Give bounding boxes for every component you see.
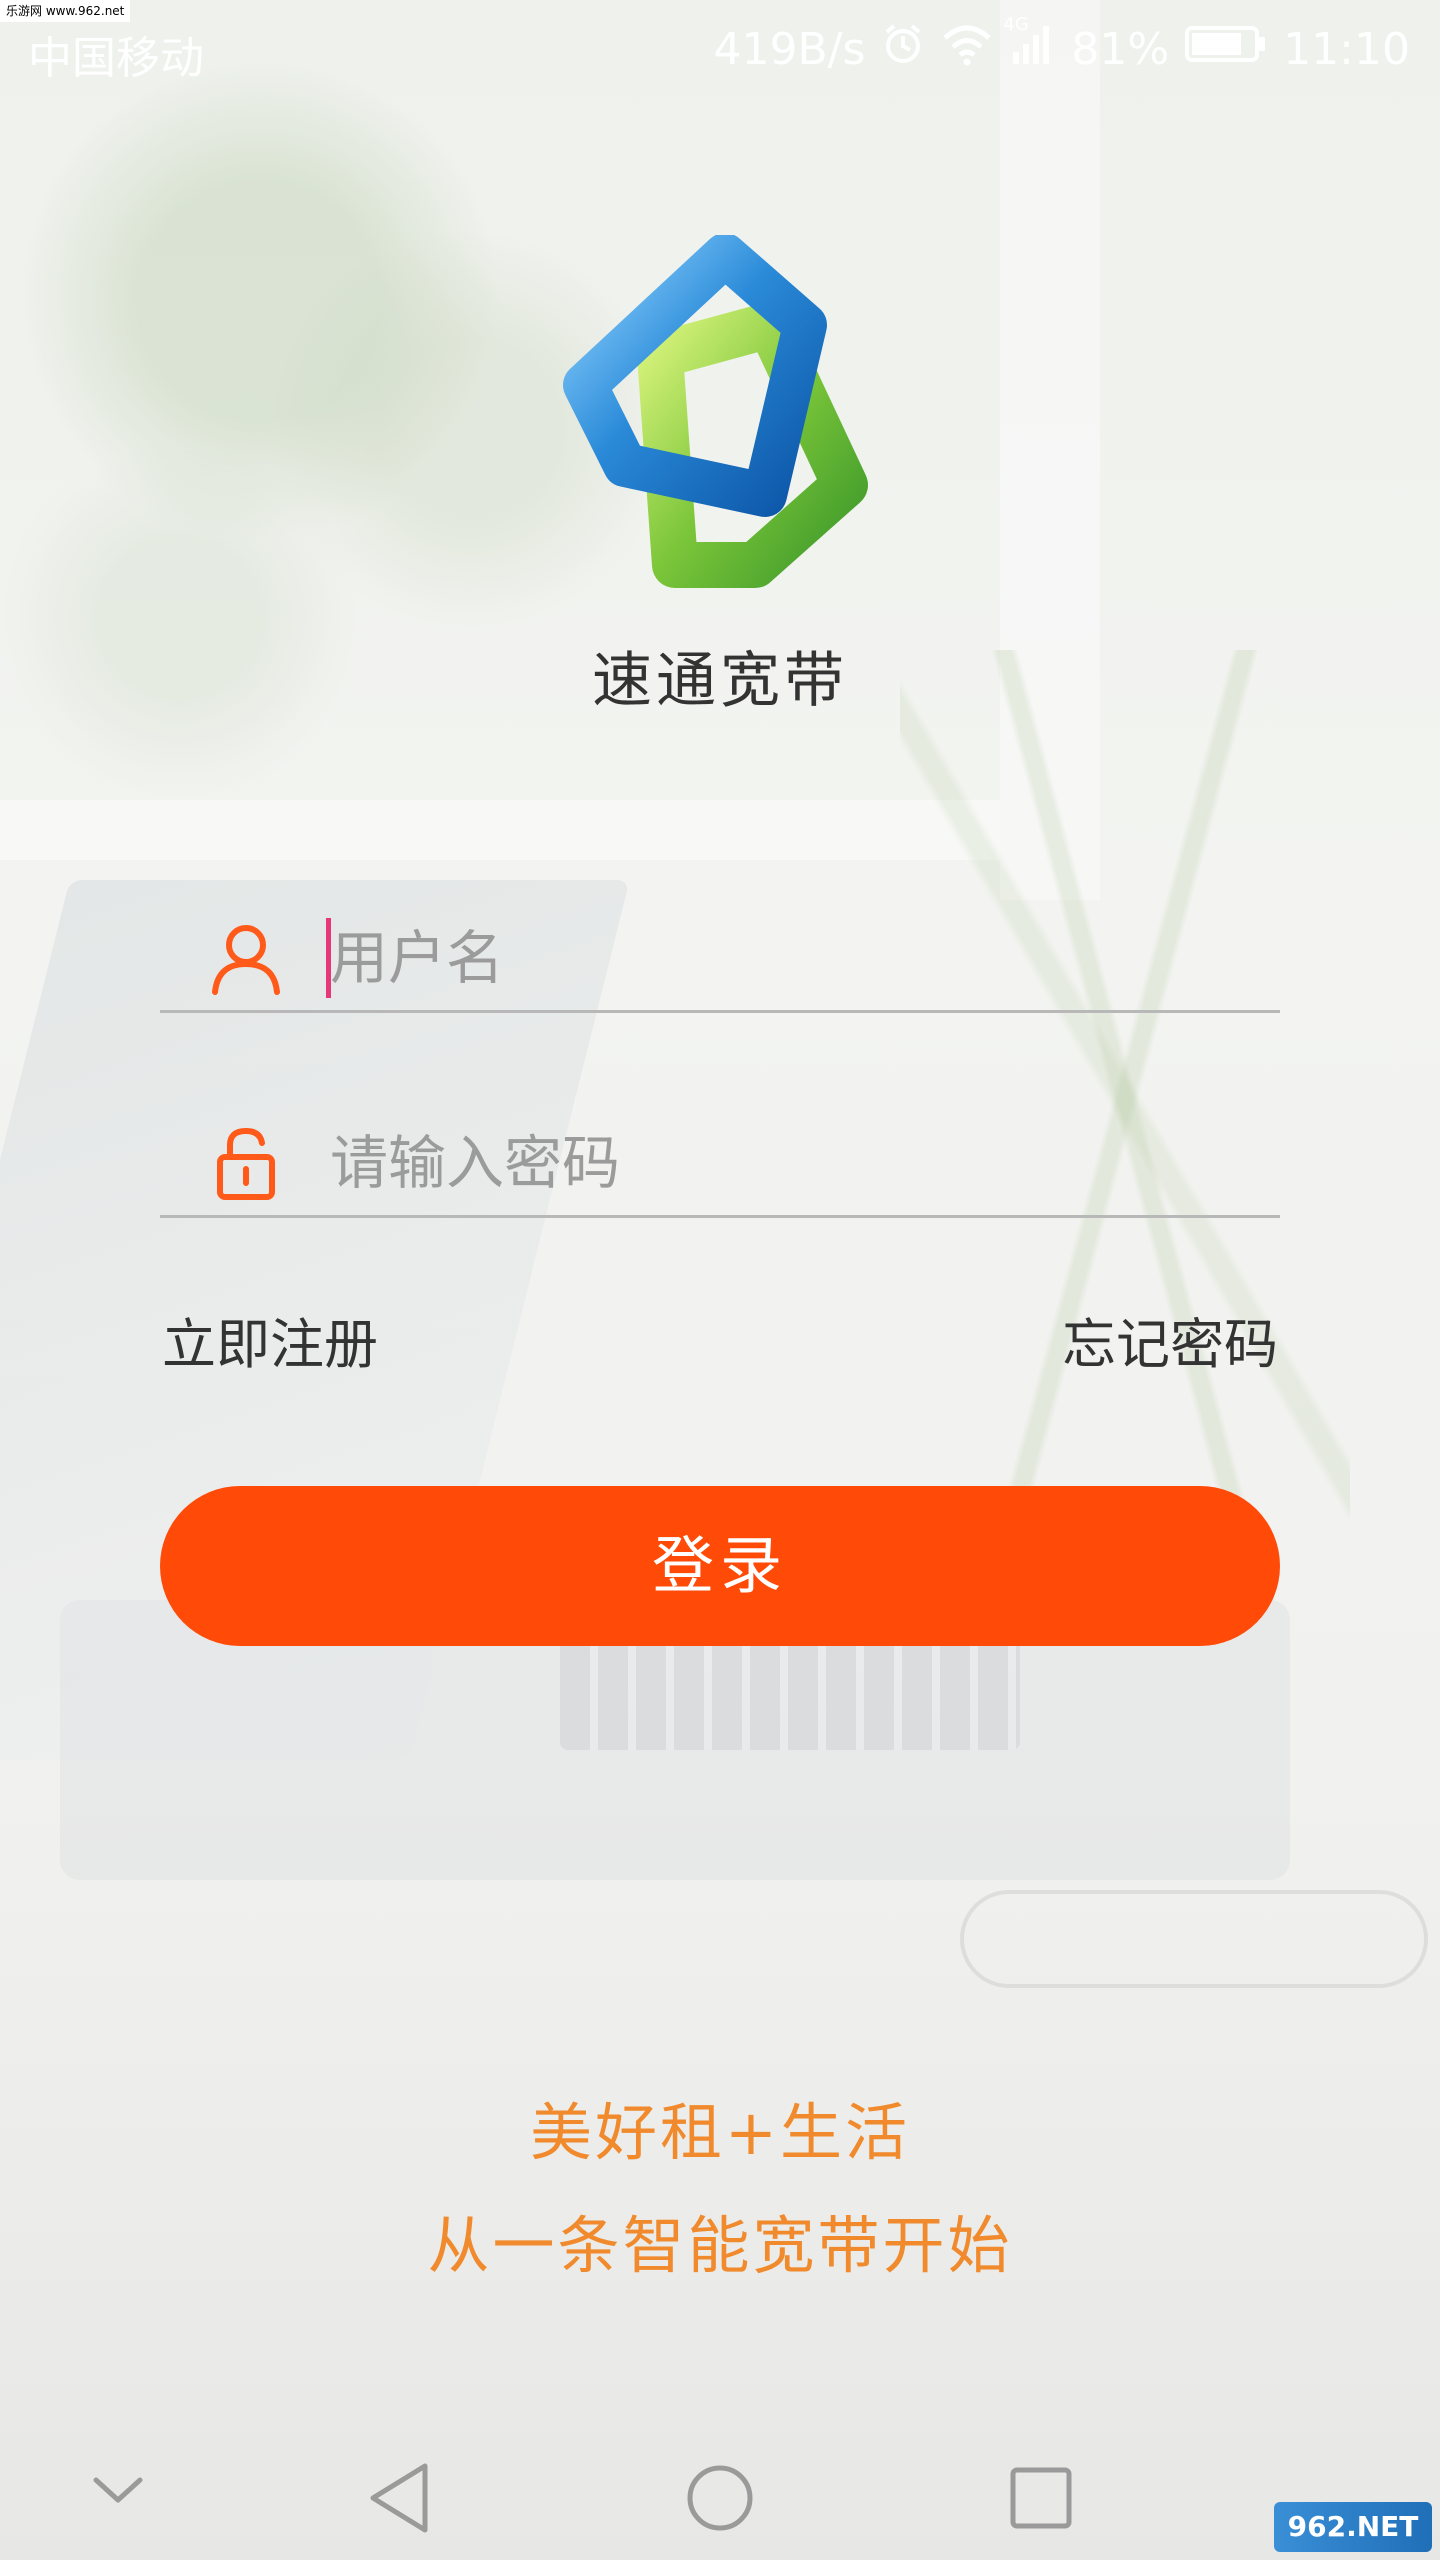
wifi-icon <box>941 22 993 77</box>
watermark-bottom: 962.NET <box>1274 2502 1432 2552</box>
status-right: 419B/s 4G 81% 11:10 <box>713 14 1410 77</box>
back-icon[interactable] <box>365 2460 435 2540</box>
password-input[interactable]: 请输入密码 <box>330 1125 620 1201</box>
clock: 11:10 <box>1283 24 1410 75</box>
forgot-password-link[interactable]: 忘记密码 <box>1062 1300 1278 1379</box>
alarm-icon <box>881 22 925 77</box>
slogan-line-2: 从一条智能宽带开始 <box>427 2209 1013 2282</box>
app-logo <box>555 233 885 605</box>
battery-icon <box>1185 24 1267 75</box>
password-field[interactable]: 请输入密码 <box>160 1105 1280 1218</box>
background-sill <box>0 800 1000 860</box>
status-bar: 中国移动 419B/s 4G 81% 11:10 <box>0 0 1440 98</box>
signal-icon: 4G <box>1003 14 1055 77</box>
carrier-label: 中国移动 <box>28 33 204 84</box>
register-link[interactable]: 立即注册 <box>162 1300 378 1379</box>
unlock-icon <box>208 1125 284 1201</box>
net-speed: 419B/s <box>713 24 866 75</box>
slogan-line-1: 美好租+生活 <box>530 2096 910 2169</box>
home-icon[interactable] <box>684 2460 756 2540</box>
user-icon <box>208 920 284 996</box>
chevron-down-icon[interactable] <box>88 2460 148 2524</box>
background-keyboard <box>560 1640 1020 1750</box>
battery-percent: 81% <box>1071 24 1170 75</box>
login-screen: 中国移动 419B/s 4G 81% 11:10 乐游网 www.962.net <box>0 0 1440 2560</box>
username-input[interactable]: 用户名 <box>330 920 504 996</box>
recent-apps-icon[interactable] <box>1005 2460 1075 2540</box>
watermark-top: 乐游网 www.962.net <box>0 0 131 22</box>
navigation-bar <box>0 2420 1440 2560</box>
username-field[interactable]: 用户名 <box>160 900 1280 1013</box>
app-name: 速通宽带 <box>592 646 848 716</box>
login-button[interactable]: 登录 <box>160 1486 1280 1646</box>
background-plant <box>900 650 1350 1550</box>
background-glasses <box>960 1890 1428 1988</box>
network-type: 4G <box>1003 14 1029 35</box>
